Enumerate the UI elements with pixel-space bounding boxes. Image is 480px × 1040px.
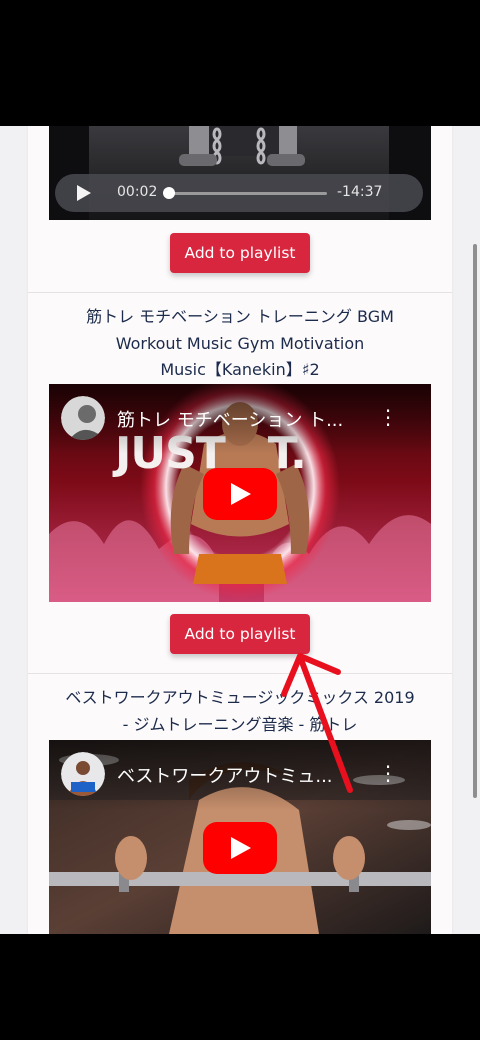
browser-viewport: 00:02 -14:37 Add to playlist 筋トレ モチベーション… bbox=[0, 126, 480, 934]
remaining-time: -14:37 bbox=[337, 184, 383, 200]
youtube-video-title[interactable]: 筋トレ モチベーション ト... bbox=[117, 406, 357, 432]
youtube-embed[interactable]: ベストワークアウトミュ... · · · bbox=[49, 740, 431, 934]
add-to-playlist-button[interactable]: Add to playlist bbox=[170, 614, 310, 654]
divider bbox=[28, 673, 452, 674]
progress-thumb[interactable] bbox=[163, 187, 175, 199]
more-vert-icon[interactable]: · · · bbox=[383, 757, 393, 791]
video-title: ベストワークアウトミュージックミックス 2019 - ジムトレーニング音楽 - … bbox=[38, 685, 442, 738]
youtube-play-icon[interactable] bbox=[203, 468, 277, 520]
video-title-line: Music【Kanekin】♯2 bbox=[160, 360, 320, 379]
channel-avatar[interactable] bbox=[61, 752, 105, 796]
video-title-line: ベストワークアウトミュージックミックス 2019 bbox=[65, 688, 415, 707]
video-title-line: - ジムトレーニング音楽 - 筋トレ bbox=[122, 714, 358, 734]
video-title-line: 筋トレ モチベーション トレーニング BGM bbox=[86, 307, 394, 326]
video-title-line: Workout Music Gym Motivation bbox=[115, 333, 365, 353]
divider bbox=[28, 292, 452, 293]
youtube-embed[interactable]: JUST T. 筋トレ モチベーション ト... ··· bbox=[49, 384, 431, 602]
add-to-playlist-button[interactable]: Add to playlist bbox=[170, 233, 310, 273]
youtube-video-title[interactable]: ベストワークアウトミュ... bbox=[117, 762, 357, 788]
play-icon[interactable] bbox=[77, 185, 91, 201]
elapsed-time: 00:02 bbox=[117, 184, 158, 200]
channel-avatar[interactable] bbox=[61, 396, 105, 440]
scrollbar[interactable] bbox=[473, 244, 477, 798]
audio-controls: 00:02 -14:37 bbox=[55, 174, 423, 212]
more-vert-icon[interactable]: · · · bbox=[383, 401, 393, 435]
progress-track[interactable] bbox=[169, 192, 327, 195]
audio-video-player[interactable]: 00:02 -14:37 bbox=[49, 126, 431, 220]
youtube-play-icon[interactable] bbox=[203, 822, 277, 874]
playlist-page: 00:02 -14:37 Add to playlist 筋トレ モチベーション… bbox=[28, 126, 452, 934]
video-title: 筋トレ モチベーション トレーニング BGM Workout Music Gym… bbox=[38, 304, 442, 384]
